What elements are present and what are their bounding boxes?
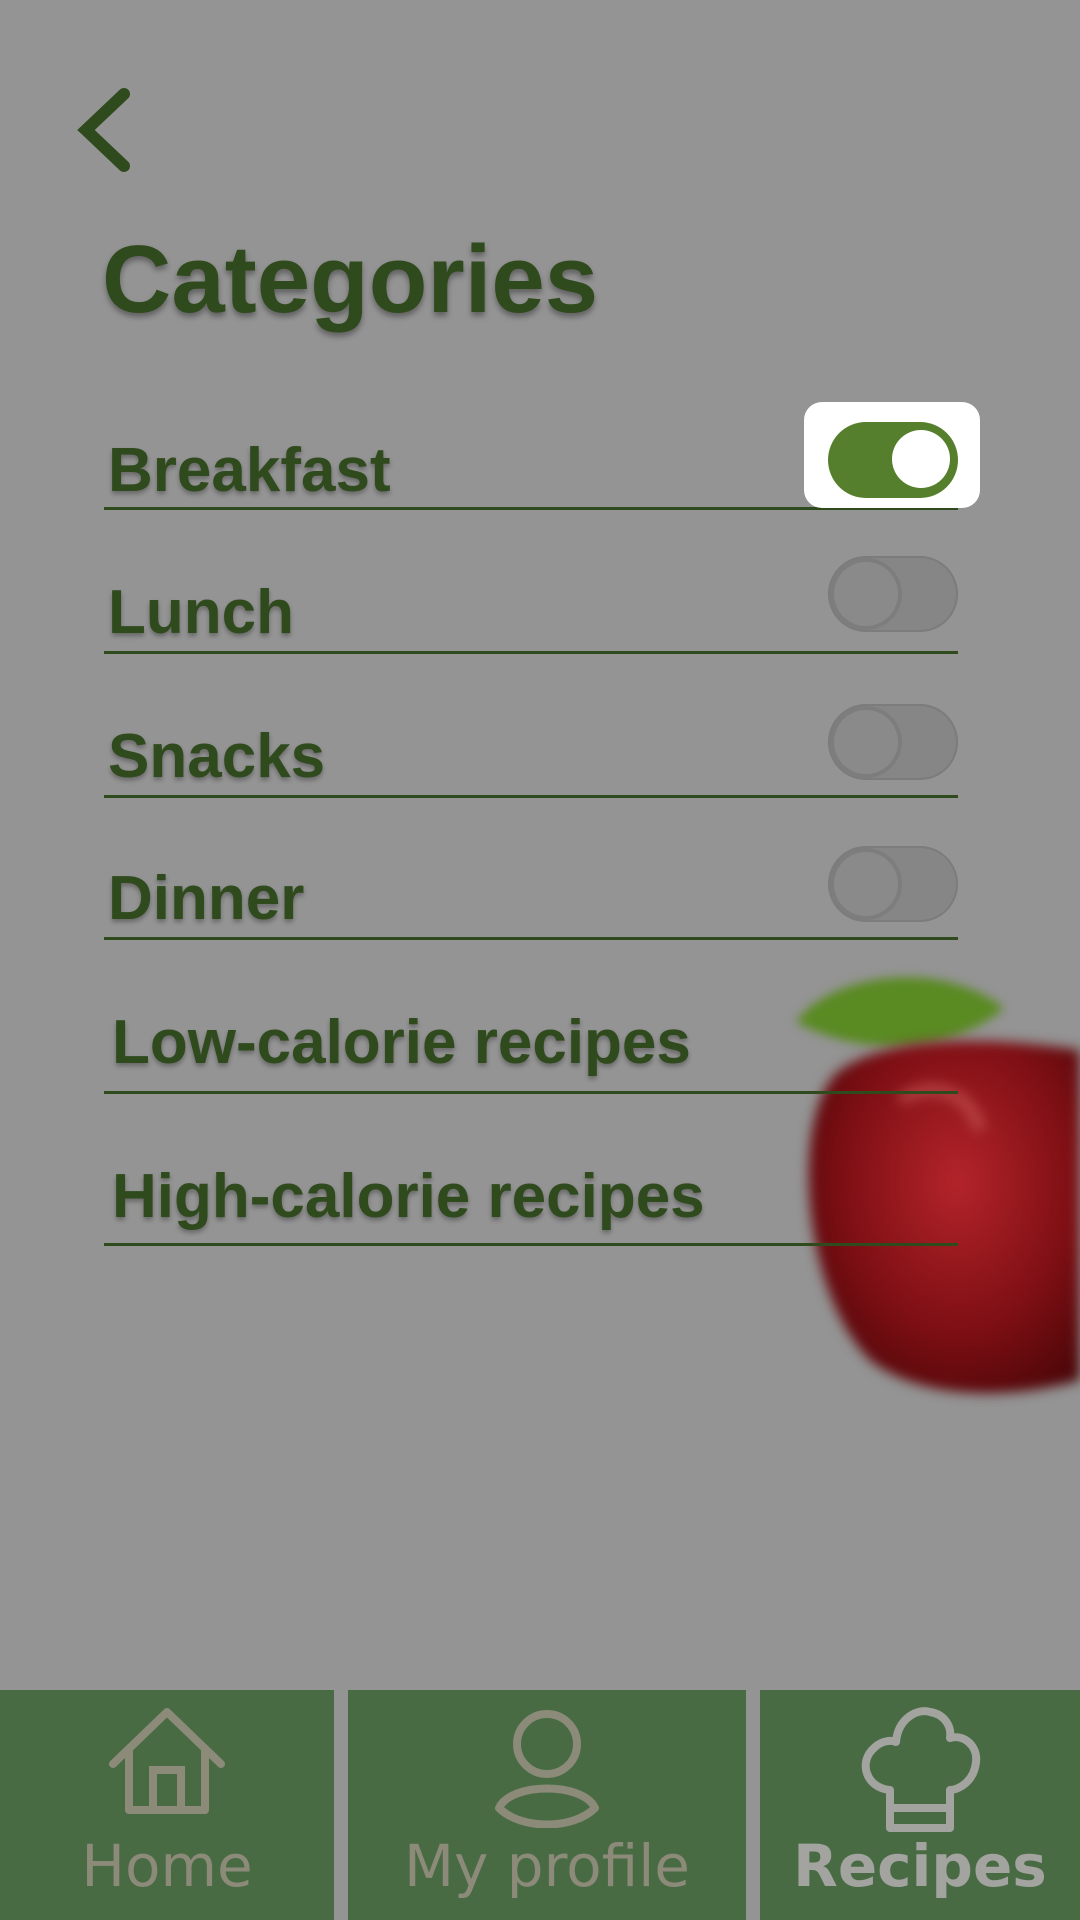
page-title: Categories: [102, 226, 599, 333]
tab-my-profile-label: My profile: [403, 1832, 690, 1900]
category-label: Lunch: [108, 578, 294, 647]
person-icon: [495, 1710, 599, 1828]
category-row-snacks[interactable]: Snacks: [104, 698, 958, 798]
divider: [104, 795, 958, 798]
divider: [104, 1091, 958, 1094]
divider: [104, 1243, 958, 1246]
category-row-low-calorie[interactable]: Low-calorie recipes: [104, 996, 958, 1094]
toggle-knob: [892, 430, 950, 488]
back-button[interactable]: [60, 80, 140, 180]
category-label: Dinner: [108, 864, 305, 933]
chef-hat-icon: [861, 1707, 981, 1832]
tab-my-profile[interactable]: My profile: [348, 1690, 746, 1920]
tab-home-label: Home: [81, 1832, 253, 1900]
category-row-lunch[interactable]: Lunch: [104, 550, 958, 654]
toggle-knob: [834, 710, 898, 774]
toggle-knob: [834, 562, 898, 626]
toggle-knob: [834, 852, 898, 916]
breakfast-toggle[interactable]: [828, 422, 958, 498]
category-label: High-calorie recipes: [112, 1162, 705, 1231]
bottom-nav: Home My profile Recipes: [0, 1690, 1080, 1920]
lunch-toggle[interactable]: [828, 556, 958, 632]
divider: [104, 937, 958, 940]
category-label: Snacks: [108, 722, 326, 791]
snacks-toggle[interactable]: [828, 704, 958, 780]
category-row-high-calorie[interactable]: High-calorie recipes: [104, 1150, 958, 1246]
divider: [104, 651, 958, 654]
category-label: Breakfast: [108, 436, 391, 505]
tab-home[interactable]: Home: [0, 1690, 334, 1920]
category-row-dinner[interactable]: Dinner: [104, 840, 958, 940]
category-label: Low-calorie recipes: [112, 1008, 691, 1077]
house-icon: [109, 1708, 225, 1814]
breakfast-toggle-highlight: [804, 402, 980, 508]
dinner-toggle[interactable]: [828, 846, 958, 922]
chevron-left-icon: [77, 88, 130, 172]
tab-recipes[interactable]: Recipes: [760, 1690, 1080, 1920]
tab-recipes-label: Recipes: [793, 1832, 1047, 1900]
